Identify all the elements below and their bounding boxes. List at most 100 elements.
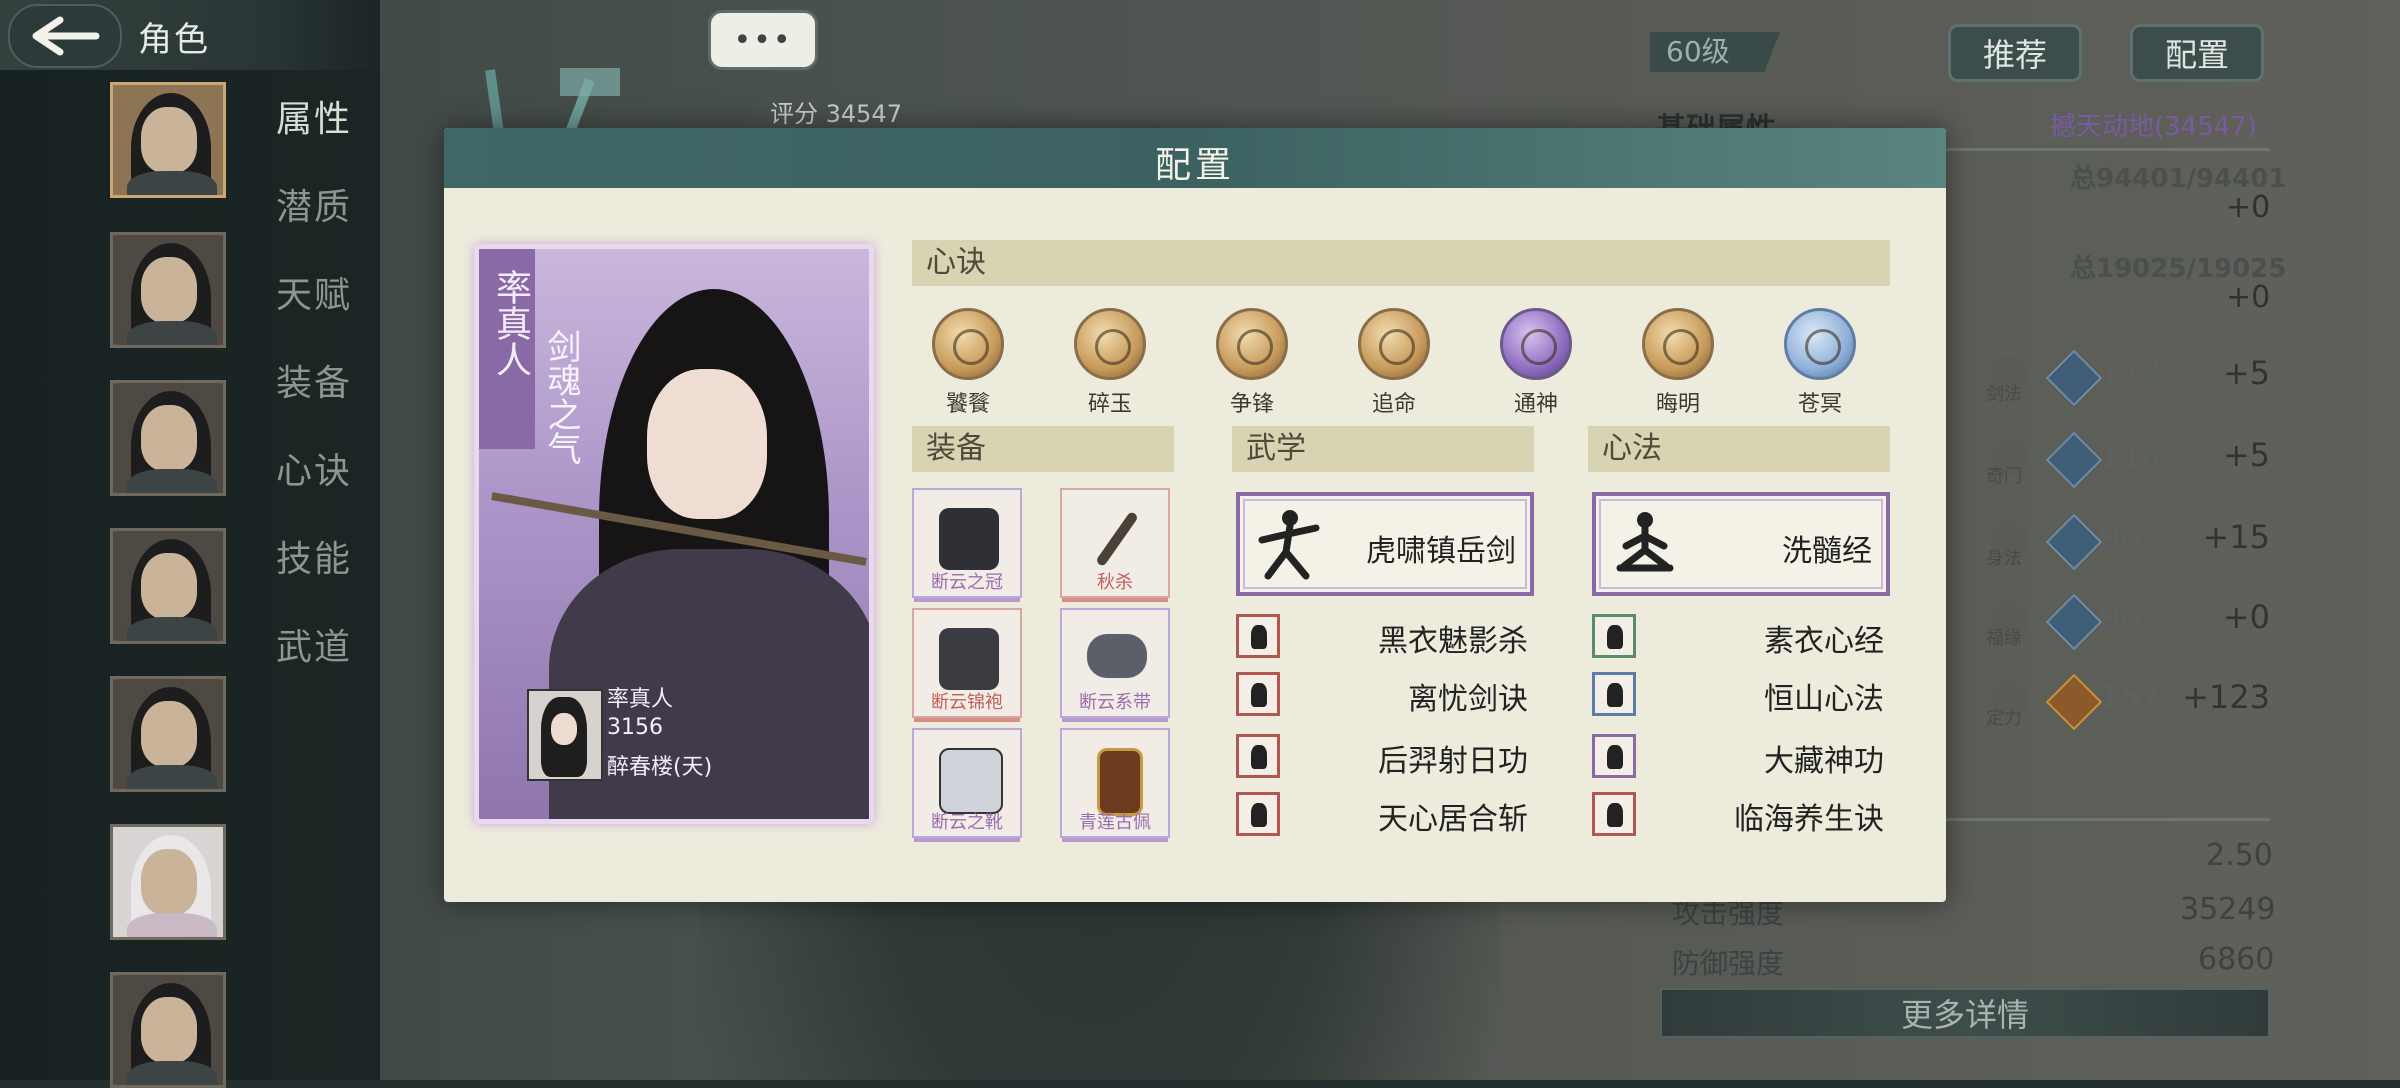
section-equipment: 装备 xyxy=(912,426,1174,472)
mind-art-item[interactable]: 碎玉 xyxy=(1068,308,1152,418)
attr-value: 118 xyxy=(2100,354,2162,392)
character-thumb[interactable] xyxy=(110,232,226,348)
sword-icon xyxy=(1095,510,1139,568)
section-mind: 心诀 xyxy=(912,240,1890,286)
equip-label: 秋杀 xyxy=(1097,572,1133,593)
tab-martial-way[interactable]: 武道 xyxy=(276,618,352,670)
equip-slot-head[interactable]: 断云之冠 xyxy=(912,488,1022,602)
martial-sub-skill[interactable]: 离忧剑诀 xyxy=(1236,670,1536,718)
recommend-button[interactable]: 推荐 xyxy=(1948,24,2082,82)
heart-main-skill[interactable]: 洗髓经 xyxy=(1592,492,1890,596)
attr-row: 定力 157 +123 xyxy=(1986,673,2270,731)
character-thumb[interactable] xyxy=(110,82,226,198)
owner-place: 醉春楼(天) xyxy=(607,755,713,780)
mind-art-label: 争锋 xyxy=(1229,392,1274,417)
equip-label: 青莲古佩 xyxy=(1079,812,1151,833)
martial-sub-skill[interactable]: 后羿射日功 xyxy=(1236,732,1536,780)
top-header: 角色 xyxy=(0,0,380,70)
attr-value: 118 xyxy=(2100,436,2162,474)
heart-sub-skill[interactable]: 素衣心经 xyxy=(1592,612,1892,660)
martial-figure-icon xyxy=(1236,672,1280,716)
heart-sub-skill[interactable]: 大藏神功 xyxy=(1592,732,1892,780)
robe-icon xyxy=(939,628,999,690)
pursuit-icon xyxy=(1358,308,1430,380)
heart-sub-skill[interactable]: 恒山心法 xyxy=(1592,670,1892,718)
more-details-button[interactable]: 更多详情 xyxy=(1660,988,2270,1038)
equip-slot-pendant[interactable]: 青莲古佩 xyxy=(1060,728,1170,842)
mind-art-item[interactable]: 追命 xyxy=(1352,308,1436,418)
equip-slot-robe[interactable]: 断云锦袍 xyxy=(912,608,1022,722)
martial-main-label: 虎啸镇岳剑 xyxy=(1366,534,1516,569)
attr-row: 奇门 118 +5 xyxy=(1986,431,2270,489)
tab-talent[interactable]: 天赋 xyxy=(276,266,352,318)
mind-art-item[interactable]: 争锋 xyxy=(1210,308,1294,418)
back-button[interactable] xyxy=(8,4,122,68)
portrait-robe xyxy=(549,549,869,819)
total-mp-bonus: +0 xyxy=(2226,280,2271,315)
boots-icon xyxy=(939,748,1003,814)
attr-label: 身法 xyxy=(1986,548,2022,569)
tab-equipment[interactable]: 装备 xyxy=(276,354,352,406)
stat-label: 防御强度 xyxy=(1672,947,1785,980)
heart-main-label: 洗髓经 xyxy=(1782,534,1872,569)
mind-art-label: 通神 xyxy=(1513,392,1558,417)
total-hp-bonus: +0 xyxy=(2226,190,2271,225)
attr-label: 定力 xyxy=(1986,708,2022,729)
section-heart: 心法 xyxy=(1588,426,1890,472)
attr-label: 奇门 xyxy=(1986,466,2022,487)
dusk-icon xyxy=(1642,308,1714,380)
heart-sub-skill[interactable]: 临海养生诀 xyxy=(1592,790,1892,838)
attr-value: 98 xyxy=(2100,518,2141,556)
character-thumb[interactable] xyxy=(110,824,226,940)
meditation-figure-icon xyxy=(1592,672,1636,716)
config-button[interactable]: 配置 xyxy=(2130,24,2264,82)
mind-art-item[interactable]: 苍冥 xyxy=(1778,308,1862,418)
attr-bonus: +15 xyxy=(2202,518,2270,556)
more-bubble-button[interactable]: ••• xyxy=(708,10,818,70)
martial-sub-label: 离忧剑诀 xyxy=(1408,682,1528,717)
martial-sub-label: 后羿射日功 xyxy=(1378,744,1528,779)
stat-value: 2.50 xyxy=(2206,838,2273,873)
stat-value: 35249 xyxy=(2180,892,2276,927)
attr-bonus: +5 xyxy=(2222,436,2270,474)
attr-row: 福缘 98 +0 xyxy=(1986,593,2270,651)
martial-sub-label: 天心居合斩 xyxy=(1378,802,1528,837)
modal-title: 配置 xyxy=(1154,145,1235,186)
tab-attributes[interactable]: 属性 xyxy=(276,90,352,142)
contend-icon xyxy=(1216,308,1288,380)
gem-icon xyxy=(2045,513,2103,571)
equip-label: 断云锦袍 xyxy=(931,692,1003,713)
mind-art-item[interactable]: 通神 xyxy=(1494,308,1578,418)
character-thumb[interactable] xyxy=(110,972,226,1088)
heart-sub-label: 临海养生诀 xyxy=(1734,802,1884,837)
mind-art-item[interactable]: 饕餮 xyxy=(926,308,1010,418)
martial-sub-skill[interactable]: 天心居合斩 xyxy=(1236,790,1536,838)
owner-avatar xyxy=(527,689,603,781)
attr-bonus: +0 xyxy=(2222,598,2270,636)
tab-potential[interactable]: 潜质 xyxy=(276,178,352,230)
equip-slot-boots[interactable]: 断云之靴 xyxy=(912,728,1022,842)
attr-value: 98 xyxy=(2100,598,2141,636)
mind-art-label: 晦明 xyxy=(1655,392,1700,417)
equip-slot-belt[interactable]: 断云系带 xyxy=(1060,608,1170,722)
martial-sub-skill[interactable]: 黑衣魅影杀 xyxy=(1236,612,1536,660)
attr-bonus: +123 xyxy=(2182,678,2270,716)
character-thumb[interactable] xyxy=(110,676,226,792)
tab-skills[interactable]: 技能 xyxy=(276,530,352,582)
character-thumb[interactable] xyxy=(110,380,226,496)
level-badge: 60级 xyxy=(1650,32,1780,72)
equip-label: 断云系带 xyxy=(1079,692,1151,713)
meditation-figure-icon xyxy=(1592,734,1636,778)
equip-slot-weapon[interactable]: 秋杀 xyxy=(1060,488,1170,602)
gem-icon xyxy=(2045,431,2103,489)
martial-stance-icon xyxy=(1258,510,1320,580)
character-portrait-card: 率真人 剑魂之气 率真人 3156 醉春楼(天) xyxy=(474,244,874,824)
martial-sub-label: 黑衣魅影杀 xyxy=(1378,624,1528,659)
attr-row: 剑法 118 +5 xyxy=(1986,349,2270,407)
mind-art-item[interactable]: 晦明 xyxy=(1636,308,1720,418)
character-thumb[interactable] xyxy=(110,528,226,644)
martial-main-skill[interactable]: 虎啸镇岳剑 xyxy=(1236,492,1534,596)
tab-mind[interactable]: 心诀 xyxy=(276,442,352,494)
belt-icon xyxy=(1087,634,1147,678)
back-arrow-icon xyxy=(32,16,100,56)
